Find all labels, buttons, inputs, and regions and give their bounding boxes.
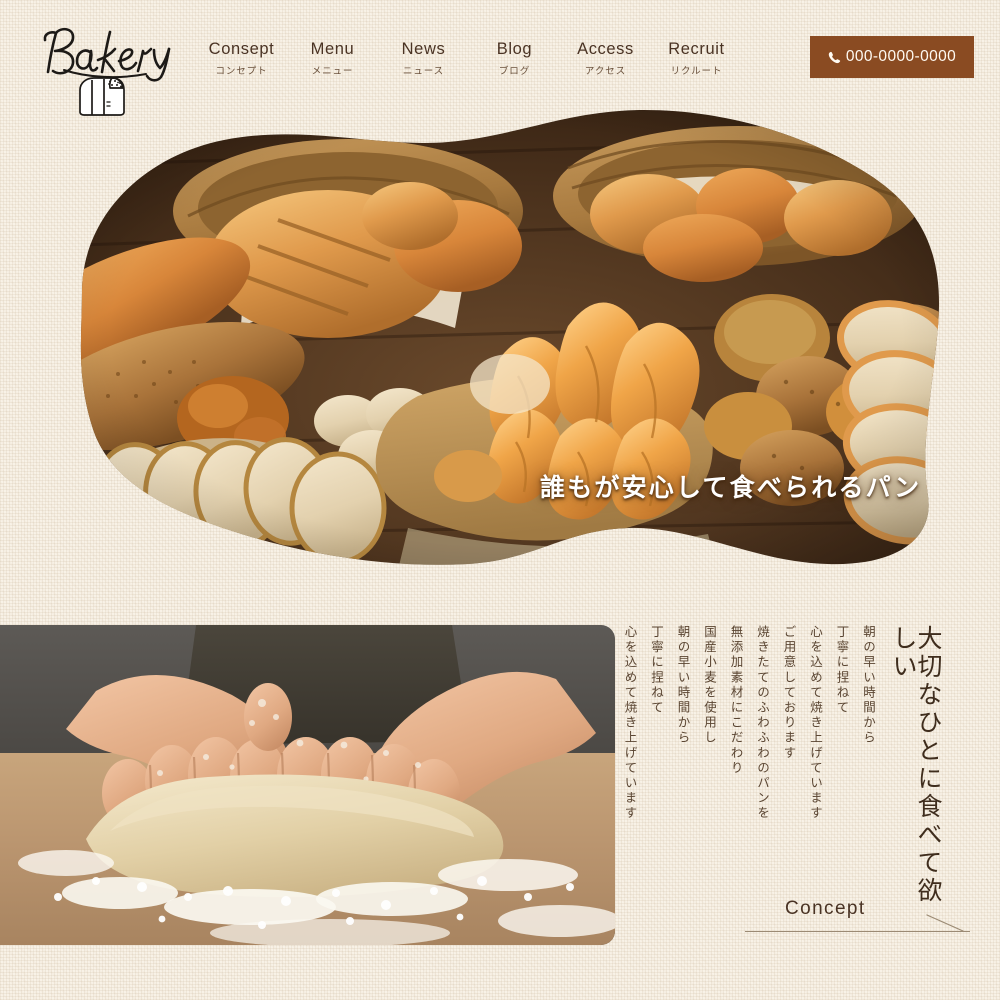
nav-item-recruit[interactable]: Recruit リクルート <box>651 40 742 77</box>
telephone-number: 000-0000-0000 <box>845 48 957 65</box>
nav-item-label-jp: メニュー <box>311 65 354 77</box>
concept-photo-frame <box>0 625 615 945</box>
nav-item-access[interactable]: Access アクセス <box>560 40 651 77</box>
site-header: Consept コンセプト Menu メニュー News ニュース Blog ブ… <box>0 0 1000 116</box>
hero-caption: 誰もが安心して食べられるパン <box>540 474 922 502</box>
bakery-landing-page: Consept コンセプト Menu メニュー News ニュース Blog ブ… <box>0 0 1000 1000</box>
concept-section: 大切なひとに食べて欲しい 朝の早い時間から 丁寧に捏ねて 心を込めて焼き上げてい… <box>0 625 1000 1000</box>
concept-more-link[interactable]: Concept <box>745 898 970 942</box>
site-logo[interactable] <box>34 24 184 116</box>
hero-section <box>48 96 964 578</box>
nav-item-label-jp: コンセプト <box>215 65 268 77</box>
phone-icon <box>828 51 840 63</box>
kneading-dough-photo <box>0 625 615 945</box>
concept-heading: 大切なひとに食べて欲しい <box>889 625 941 905</box>
nav-item-menu[interactable]: Menu メニュー <box>287 40 378 77</box>
concept-body-line: 心を込めて焼き上げています <box>808 625 822 822</box>
nav-item-news[interactable]: News ニュース <box>378 40 469 77</box>
concept-link-label: Concept <box>785 898 866 919</box>
nav-item-label-en: Recruit <box>668 40 725 58</box>
nav-item-label-jp: アクセス <box>584 65 627 77</box>
concept-body-line: ご用意しております <box>781 625 796 761</box>
nav-item-label-en: Menu <box>310 40 355 58</box>
concept-body-line: 丁寧に捏ねて <box>834 625 849 716</box>
nav-item-label-en: News <box>401 40 446 58</box>
bread-loaf-icon <box>79 77 125 116</box>
concept-body-line: 心を込めて焼き上げています <box>622 625 637 822</box>
diagonal-arrow-icon <box>926 914 964 932</box>
concept-text-block: 大切なひとに食べて欲しい 朝の早い時間から 丁寧に捏ねて 心を込めて焼き上げてい… <box>623 625 942 915</box>
nav-item-blog[interactable]: Blog ブログ <box>469 40 560 77</box>
nav-item-label-jp: ニュース <box>402 65 445 77</box>
nav-item-label-jp: リクルート <box>670 65 723 77</box>
concept-body-line: 国産小麦を使用し <box>702 625 716 746</box>
hero-bread-photo <box>48 96 964 578</box>
nav-item-label-en: Access <box>577 40 634 58</box>
telephone-button[interactable]: 000-0000-0000 <box>810 36 974 78</box>
nav-item-label-jp: ブログ <box>498 65 531 77</box>
concept-body-line: 丁寧に捏ねて <box>649 625 663 716</box>
nav-item-label-en: Blog <box>496 40 533 58</box>
concept-body-line: 朝の早い時間から <box>861 625 875 746</box>
concept-body-line: 朝の早い時間から <box>675 625 690 746</box>
nav-item-concept[interactable]: Consept コンセプト <box>196 40 287 77</box>
concept-body-line: 焼きたてのふわふわのパンを <box>755 625 769 822</box>
main-navigation: Consept コンセプト Menu メニュー News ニュース Blog ブ… <box>196 40 742 77</box>
concept-body-line: 無添加素材にこだわり <box>728 625 743 776</box>
nav-item-label-en: Consept <box>208 40 275 58</box>
